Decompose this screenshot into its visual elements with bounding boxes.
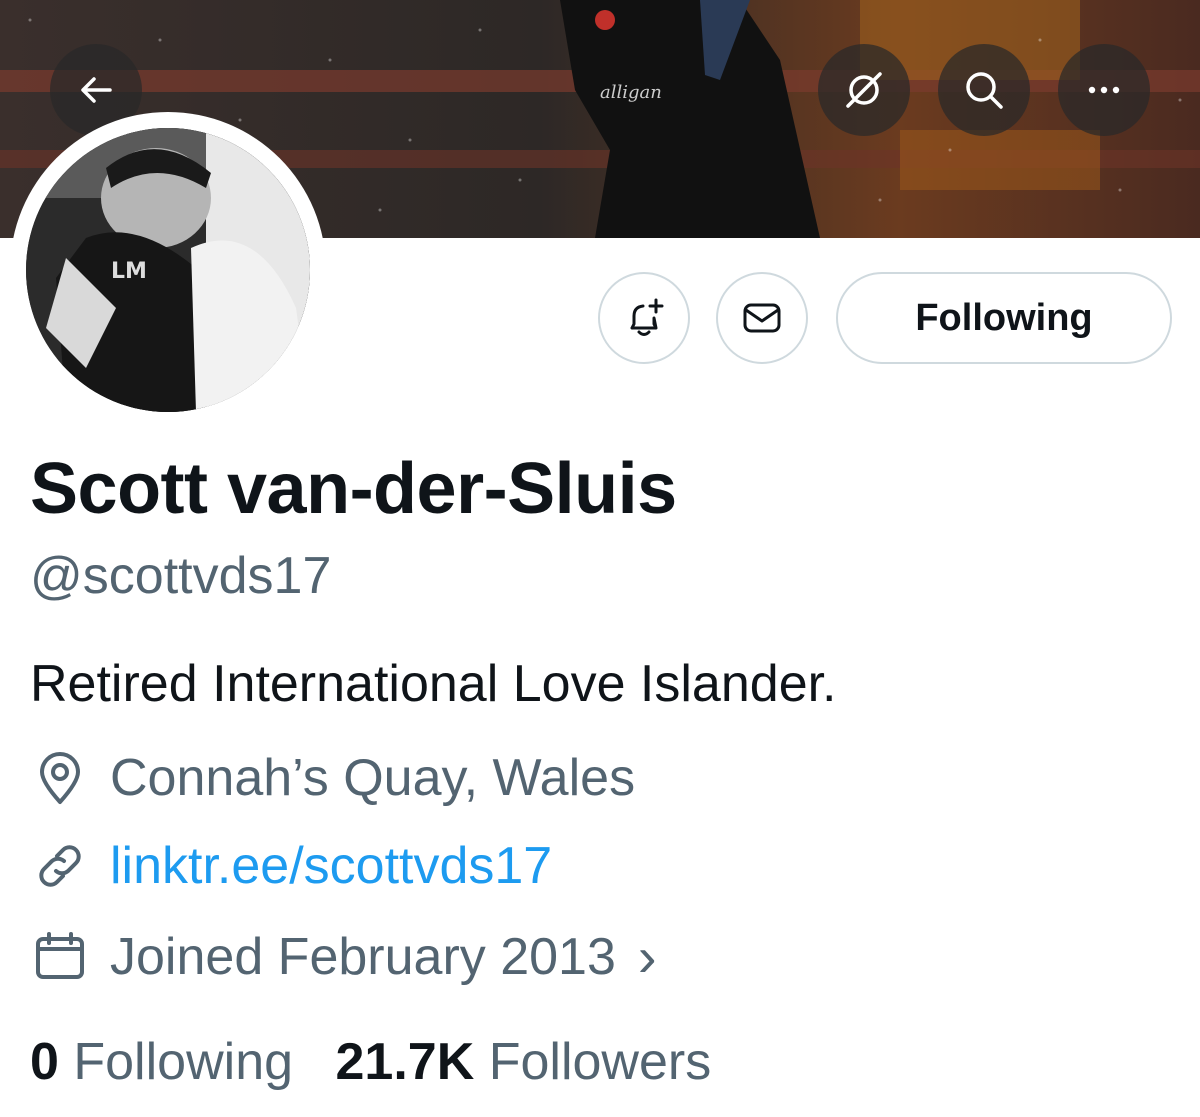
link-icon [30, 836, 100, 896]
followers-label: Followers [488, 1033, 712, 1091]
following-stat[interactable]: 0 Following [30, 1033, 293, 1091]
translate-button[interactable] [818, 44, 910, 136]
more-button[interactable] [1058, 44, 1150, 136]
joined-row[interactable]: Joined February 2013 › [30, 924, 657, 989]
location-pin-icon [30, 748, 100, 808]
envelope-icon [743, 303, 781, 333]
website-link[interactable]: linktr.ee/scottvds17 [110, 836, 552, 896]
svg-text:LM: LM [111, 259, 147, 284]
display-name: Scott van-der-Sluis [30, 449, 677, 529]
more-horizontal-icon [1088, 86, 1120, 94]
followers-count: 21.7K [335, 1033, 475, 1091]
follow-stats: 0 Following 21.7K Followers [30, 1032, 711, 1092]
search-icon [966, 72, 1003, 109]
search-button[interactable] [938, 44, 1030, 136]
website-row[interactable]: linktr.ee/scottvds17 [30, 836, 552, 896]
bio-text: Retired International Love Islander. [30, 655, 837, 713]
following-count: 0 [30, 1033, 59, 1091]
svg-text:alligan: alligan [600, 82, 662, 103]
circle-slash-icon [846, 72, 882, 108]
calendar-icon [30, 927, 100, 987]
following-label: Following [73, 1033, 294, 1091]
arrow-left-icon [81, 77, 112, 103]
avatar[interactable]: LM [10, 112, 326, 428]
following-button[interactable]: Following [836, 272, 1172, 364]
username-handle: @scottvds17 [30, 547, 332, 605]
chevron-right-icon[interactable]: › [638, 924, 657, 989]
bell-plus-icon [630, 298, 664, 336]
notifications-button[interactable] [598, 272, 690, 364]
avatar-image: LM [26, 128, 310, 412]
location-text: Connah’s Quay, Wales [110, 749, 636, 807]
location-row: Connah’s Quay, Wales [30, 748, 635, 808]
followers-stat[interactable]: 21.7K Followers [335, 1033, 711, 1091]
joined-text: Joined February 2013 [110, 927, 616, 986]
message-button[interactable] [716, 272, 808, 364]
